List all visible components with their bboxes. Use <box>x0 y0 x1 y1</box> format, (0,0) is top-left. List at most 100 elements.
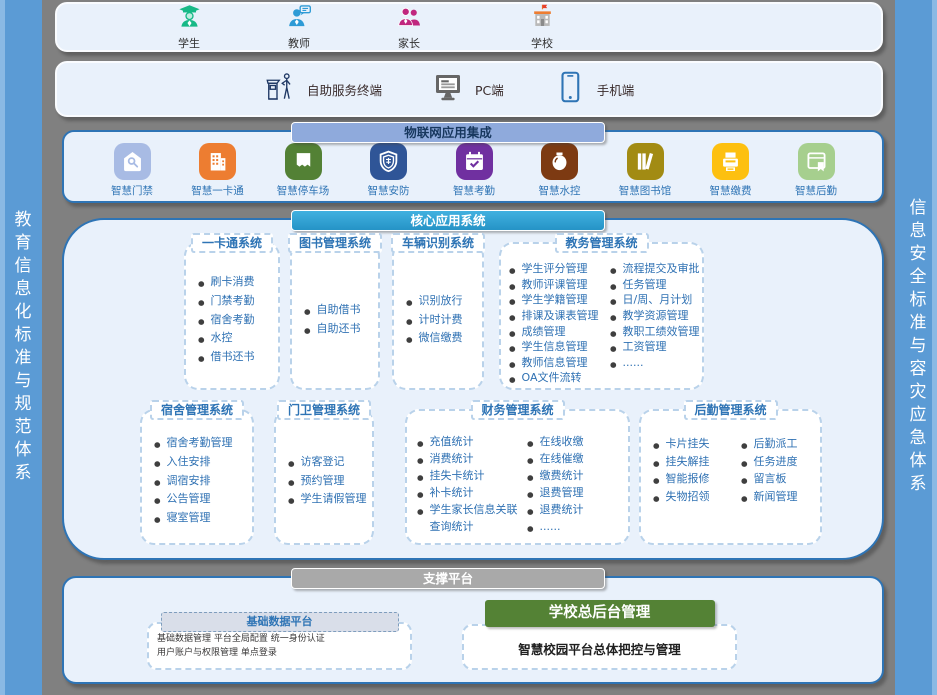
system-item: 学生请假管理 <box>288 490 367 509</box>
system-item: 入住安排 <box>154 453 233 472</box>
system-item: 教师评课管理 <box>509 277 610 293</box>
system-item: 寝室管理 <box>154 509 233 528</box>
terminal-label: 手机端 <box>597 80 635 99</box>
iot-item-access: 智慧门禁 <box>94 143 170 198</box>
parent-icon <box>396 3 423 34</box>
system-item-list: 卡片挂失 挂失解挂 智能报修 失物招领 <box>653 435 741 505</box>
terminal-phone: 手机端 <box>552 67 635 111</box>
system-item: 补卡统计 <box>417 484 527 501</box>
terminal-kiosk: 自助服务终端 <box>262 67 382 111</box>
iot-item-onecard: 智慧一卡通 <box>180 143 256 198</box>
system-item: 日/周、月计划 <box>610 292 700 308</box>
system-box-logistics: 后勤管理系统 卡片挂失 挂失解挂 智能报修 失物招领 后勤派工 任务进度 留言板… <box>639 409 822 545</box>
user-role-label: 教师 <box>288 35 310 51</box>
user-role-parent: 家长 <box>379 3 439 51</box>
system-item: 宿舍考勤管理 <box>154 434 233 453</box>
system-box-library: 图书管理系统 自助借书 自助还书 <box>290 242 380 390</box>
system-item: 刷卡消费 <box>198 273 255 292</box>
system-item-list: 宿舍考勤管理 入住安排 调宿安排 公告管理 寝室管理 <box>154 434 233 527</box>
attendance-icon <box>456 143 493 180</box>
system-box-academic: 教务管理系统 学生评分管理 教师评课管理 学生学籍管理 排课及课表管理 成绩管理… <box>499 242 704 390</box>
teacher-icon <box>286 3 313 34</box>
iot-item-label: 智慧门禁 <box>111 183 153 198</box>
system-item: ...... <box>527 518 584 535</box>
system-title: 后勤管理系统 <box>683 400 777 420</box>
right-rail-label: 信息安全标准与容灾应急体系 <box>904 198 929 497</box>
left-standards-rail: 教育信息化标准与规范体系 <box>0 0 42 695</box>
access-control-icon <box>114 143 151 180</box>
system-item: 充值统计 <box>417 433 527 450</box>
system-title: 财务管理系统 <box>470 400 564 420</box>
terminal-label: PC端 <box>475 80 504 99</box>
phone-icon <box>552 67 588 111</box>
terminal-pc: PC端 <box>430 67 504 111</box>
support-platform-panel: 支撑平台 基础数据平台 基础数据管理 平台全局配置 统一身份认证 用户账户与权限… <box>62 576 884 684</box>
system-item: 智能报修 <box>653 470 741 488</box>
base-platform-features-line: 基础数据管理 平台全局配置 统一身份认证 <box>157 632 410 646</box>
system-box-finance: 财务管理系统 充值统计 消费统计 挂失卡统计 补卡统计 学生家长信息关联查询统计… <box>405 409 630 545</box>
system-item: 教学资源管理 <box>610 308 700 324</box>
iot-item-label: 智慧缴费 <box>710 183 752 198</box>
base-data-platform-box: 基础数据平台 基础数据管理 平台全局配置 统一身份认证 用户账户与权限管理 单点… <box>147 622 412 670</box>
core-systems-panel: 核心应用系统 一卡通系统 刷卡消费 门禁考勤 宿舍考勤 水控 借书还书 图书管理… <box>62 218 884 560</box>
system-item: 挂失解挂 <box>653 453 741 471</box>
user-role-student: 学生 <box>159 3 219 51</box>
iot-item-security: 智慧安防 <box>351 143 427 198</box>
system-item-list: 流程提交及审批 任务管理 日/周、月计划 教学资源管理 教职工绩效管理 工资管理… <box>610 261 700 370</box>
payment-icon <box>712 143 749 180</box>
parking-icon <box>285 143 322 180</box>
user-role-school: 学校 <box>512 3 572 51</box>
system-item: 水控 <box>198 329 255 348</box>
system-item: 流程提交及审批 <box>610 261 700 277</box>
system-item: 新闻管理 <box>741 488 798 506</box>
iot-item-label: 智慧安防 <box>368 183 410 198</box>
system-item: ...... <box>610 355 700 371</box>
system-item: 微信缴费 <box>406 329 463 348</box>
system-item: 教职工绩效管理 <box>610 324 700 340</box>
user-roles-panel: 学生 教师 家长 <box>55 2 883 52</box>
iot-item-water: 智慧水控 <box>522 143 598 198</box>
system-item: 缴费统计 <box>527 467 584 484</box>
system-title: 门卫管理系统 <box>277 400 371 420</box>
system-title: 一卡通系统 <box>191 233 273 253</box>
iot-panel: 物联网应用集成 智慧门禁 <box>62 130 884 203</box>
system-title: 图书管理系统 <box>288 233 382 253</box>
system-item: 退费统计 <box>527 501 584 518</box>
water-control-icon <box>541 143 578 180</box>
system-box-gate: 门卫管理系统 访客登记 预约管理 学生请假管理 <box>274 409 374 545</box>
iot-item-library: 智慧图书馆 <box>607 143 683 198</box>
system-item: 宿舍考勤 <box>198 311 255 330</box>
base-platform-features-line: 用户账户与权限管理 单点登录 <box>157 646 410 660</box>
system-item-list: 访客登记 预约管理 学生请假管理 <box>288 453 367 509</box>
user-role-label: 家长 <box>398 35 420 51</box>
iot-item-label: 智慧考勤 <box>453 183 495 198</box>
system-item: 学生学籍管理 <box>509 292 610 308</box>
school-admin-title: 学校总后台管理 <box>485 600 715 627</box>
system-item: 卡片挂失 <box>653 435 741 453</box>
iot-item-attendance: 智慧考勤 <box>436 143 512 198</box>
system-item-list: 自助借书 自助还书 <box>304 301 361 338</box>
system-item: 教师信息管理 <box>509 355 610 371</box>
logistics-icon <box>798 143 835 180</box>
system-item: 学生信息管理 <box>509 339 610 355</box>
system-box-onecard: 一卡通系统 刷卡消费 门禁考勤 宿舍考勤 水控 借书还书 <box>184 242 280 390</box>
system-item-list: 识别放行 计时计费 微信缴费 <box>406 292 463 348</box>
system-item: 自助还书 <box>304 320 361 339</box>
system-box-vehicle: 车辆识别系统 识别放行 计时计费 微信缴费 <box>392 242 484 390</box>
diagram-content: 学生 教师 家长 <box>42 0 895 695</box>
school-admin-description: 智慧校园平台总体把控与管理 <box>464 639 735 658</box>
system-item: 在线催缴 <box>527 450 584 467</box>
system-item: 成绩管理 <box>509 324 610 340</box>
system-item: 学生评分管理 <box>509 261 610 277</box>
iot-item-label: 智慧后勤 <box>795 183 837 198</box>
smart-campus-architecture-diagram: 教育信息化标准与规范体系 学生 教 <box>0 0 937 695</box>
system-title: 教务管理系统 <box>554 233 648 253</box>
system-item-list: 在线收缴 在线催缴 缴费统计 退费管理 退费统计 ...... <box>527 433 584 535</box>
system-item: 排课及课表管理 <box>509 308 610 324</box>
system-item: 消费统计 <box>417 450 527 467</box>
system-item: 留言板 <box>741 470 798 488</box>
support-section-band: 支撑平台 <box>291 568 605 589</box>
left-rail-label: 教育信息化标准与规范体系 <box>9 210 34 486</box>
system-item: 公告管理 <box>154 490 233 509</box>
user-role-label: 学生 <box>178 35 200 51</box>
